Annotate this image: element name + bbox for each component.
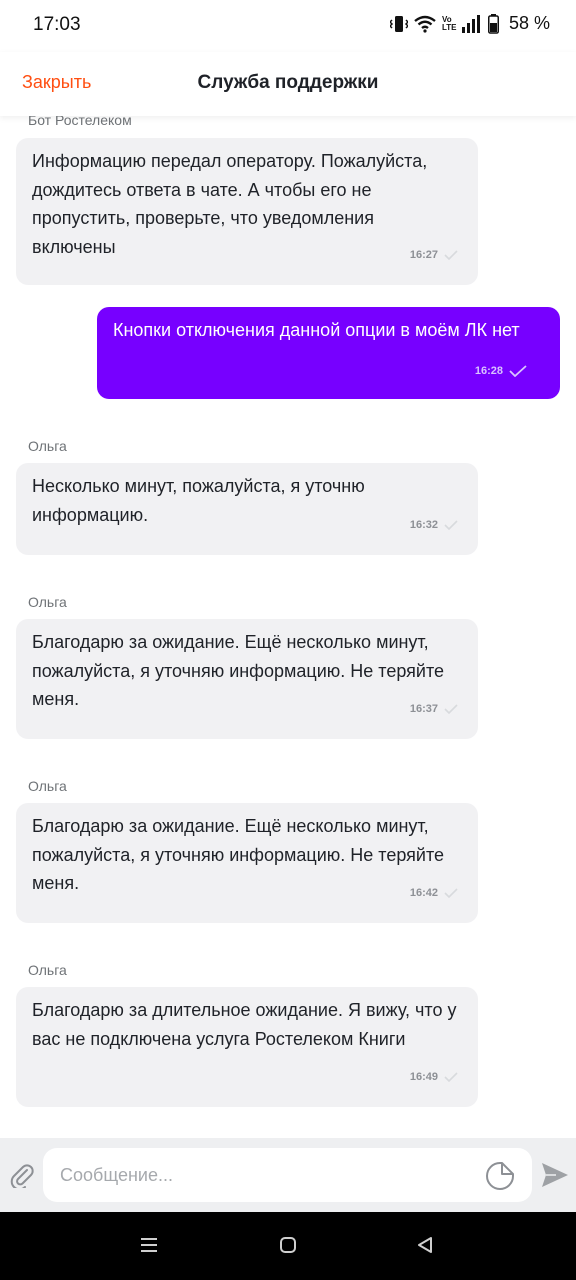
message-time: 16:37 [409, 702, 438, 715]
send-icon[interactable] [541, 1162, 569, 1188]
message-meta: 16:32 [410, 511, 458, 540]
message-time: 16:27 [409, 248, 438, 261]
message-text: Благодарю за ожидание. Ещё несколько мин… [32, 632, 444, 709]
message-sender: Ольга [28, 594, 67, 610]
message-text: Несколько минут, пожалуйста, я уточню ин… [32, 476, 365, 525]
message-text: Благодарю за ожидание. Ещё несколько мин… [32, 816, 444, 893]
message-text: Кнопки отключения данной опции в моём ЛК… [113, 320, 520, 340]
battery-percent: 58 % [508, 13, 550, 33]
message-sender: Ольга [28, 778, 67, 794]
signal-icon [461, 14, 480, 33]
page-title: Служба поддержки [197, 72, 379, 93]
message-meta: 16:49 [410, 1063, 458, 1092]
message-time: 16:42 [409, 886, 438, 899]
system-navigation-bar [0, 1212, 576, 1280]
message-sender: Ольга [28, 962, 67, 978]
check-icon [444, 520, 458, 530]
sticker-icon[interactable] [485, 1161, 515, 1191]
home-icon[interactable] [279, 1236, 297, 1254]
message-meta: 16:37 [410, 695, 458, 724]
paperclip-icon[interactable] [10, 1162, 34, 1188]
message-time: 16:49 [409, 1070, 438, 1083]
message-bubble: Информацию передал оператору. Пожалуйста… [16, 138, 478, 285]
message-text: Благодарю за длительное ожидание. Я вижу… [32, 1000, 457, 1049]
message-text: Информацию передал оператору. Пожалуйста… [32, 151, 428, 257]
app-header: Закрыть Служба поддержки [0, 52, 576, 116]
back-icon[interactable] [416, 1236, 434, 1254]
message-meta: 16:27 [410, 241, 458, 270]
message-meta: 16:28 [475, 357, 527, 386]
vibrate-icon [389, 15, 408, 32]
status-time: 17:03 [33, 14, 81, 35]
check-icon [444, 888, 458, 898]
message-sender: Ольга [28, 438, 67, 454]
battery-icon [487, 13, 499, 34]
chat-area[interactable]: Бот Ростелеком Информацию передал операт… [0, 116, 576, 1138]
check-icon [509, 365, 527, 377]
recent-apps-icon[interactable] [140, 1236, 158, 1254]
message-bubble: Несколько минут, пожалуйста, я уточню ин… [16, 463, 478, 555]
message-bubble: Благодарю за ожидание. Ещё несколько мин… [16, 619, 478, 739]
wifi-icon [414, 15, 436, 33]
message-bubble: Благодарю за ожидание. Ещё несколько мин… [16, 803, 478, 923]
message-bubble: Благодарю за длительное ожидание. Я вижу… [16, 987, 478, 1107]
message-time: 16:28 [474, 364, 503, 377]
message-input[interactable] [43, 1148, 532, 1202]
status-icons: Vo LTE 58 % [389, 13, 550, 34]
message-composer [0, 1138, 576, 1212]
check-icon [444, 1072, 458, 1082]
message-meta: 16:42 [410, 879, 458, 908]
check-icon [444, 704, 458, 714]
message-time: 16:32 [409, 518, 438, 531]
status-bar: 17:03 Vo LTE 58 % [0, 0, 576, 52]
check-icon [444, 250, 458, 260]
message-bubble-outgoing: Кнопки отключения данной опции в моём ЛК… [97, 307, 560, 399]
message-sender: Бот Ростелеком [28, 116, 132, 128]
volte-label: Vo LTE [441, 14, 457, 32]
